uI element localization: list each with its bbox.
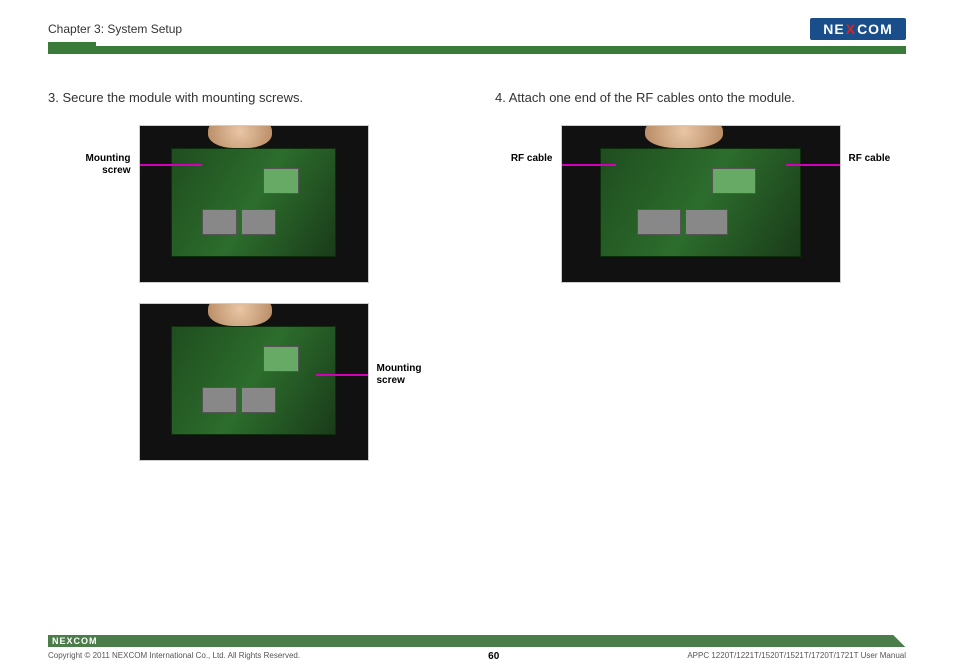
header-divider: [48, 46, 906, 54]
copyright-text: Copyright © 2011 NEXCOM International Co…: [48, 651, 300, 662]
step-4-text: 4. Attach one end of the RF cables onto …: [495, 90, 906, 105]
step-3-text: 3. Secure the module with mounting screw…: [48, 90, 459, 105]
callout-line: [316, 374, 369, 376]
mounting-screw-label-right: Mounting screw: [377, 303, 433, 387]
motherboard-graphic: [171, 326, 335, 435]
brand-logo: NEXCOM: [810, 18, 906, 40]
motherboard-graphic: [600, 148, 800, 257]
logo-text-post: COM: [857, 21, 893, 37]
mounting-screw-label-left: Mounting screw: [75, 125, 131, 177]
divider-accent: [48, 42, 96, 50]
logo-text-pre: NE: [823, 21, 844, 37]
figure-mounting-top: [139, 125, 369, 283]
callout-line: [786, 164, 841, 166]
chapter-title: Chapter 3: System Setup: [48, 22, 182, 36]
page-number: 60: [488, 651, 499, 662]
figure-mounting-bottom: [139, 303, 369, 461]
callout-line: [561, 164, 616, 166]
rf-cable-label-right: RF cable: [849, 125, 905, 165]
logo-text-x: X: [845, 21, 857, 37]
manual-model-text: APPC 1220T/1221T/1520T/1521T/1720T/1721T…: [687, 651, 906, 662]
footer-decoration: [892, 635, 906, 647]
figure-rf-cable: [561, 125, 841, 283]
callout-line: [139, 164, 202, 166]
footer-bar: NEXCOM: [48, 635, 906, 647]
footer-logo: NEXCOM: [52, 636, 98, 646]
rf-cable-label-left: RF cable: [497, 125, 553, 165]
